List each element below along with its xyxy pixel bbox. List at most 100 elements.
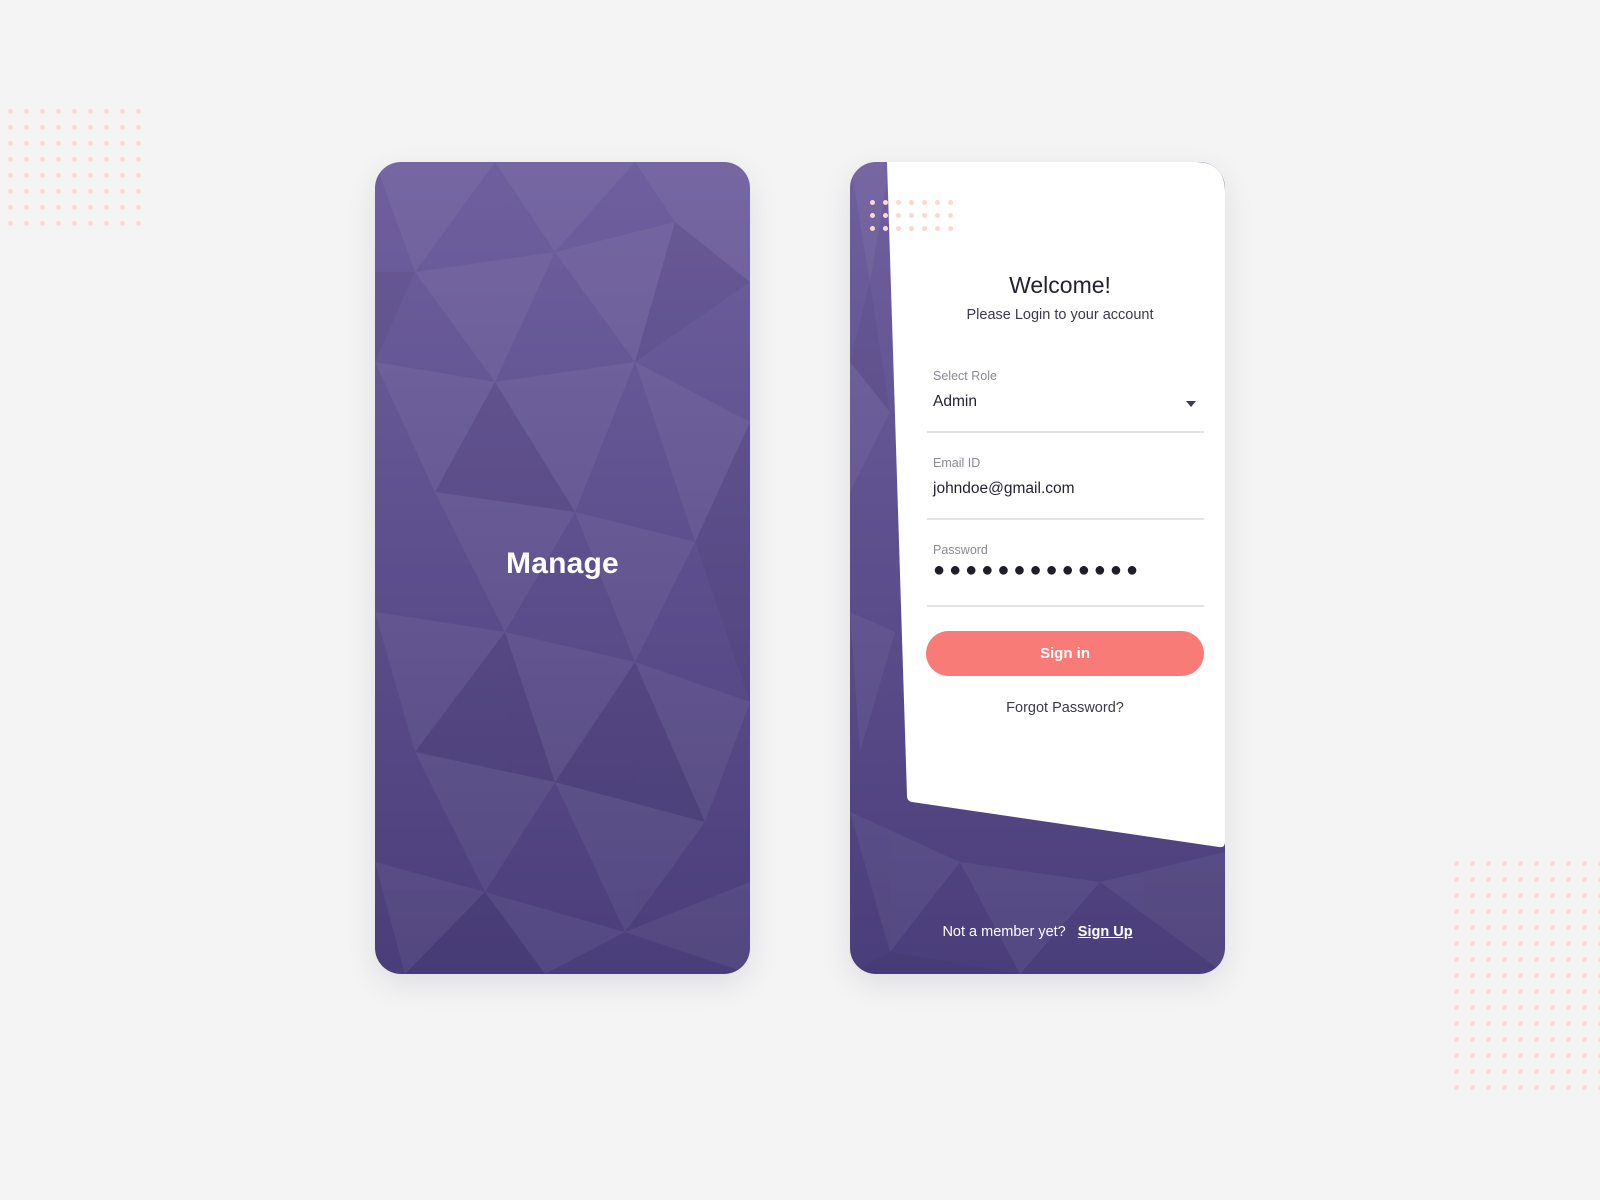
email-field[interactable]: Email ID johndoe@gmail.com — [927, 446, 1204, 520]
dot — [50, 215, 66, 231]
dot — [1480, 983, 1496, 999]
dot — [1512, 887, 1528, 903]
dot — [1528, 1079, 1544, 1095]
chevron-down-icon[interactable] — [1186, 401, 1196, 407]
sign-in-button[interactable]: Sign in — [926, 631, 1204, 676]
dot — [1496, 887, 1512, 903]
dot — [82, 215, 98, 231]
dot — [98, 151, 114, 167]
dot — [1496, 871, 1512, 887]
role-select[interactable]: Select Role Admin — [927, 359, 1204, 433]
dot — [1592, 951, 1600, 967]
dot — [1464, 967, 1480, 983]
dot — [1496, 1079, 1512, 1095]
dot — [1480, 855, 1496, 871]
sign-up-link[interactable]: Sign Up — [1078, 924, 1133, 940]
dot — [1528, 871, 1544, 887]
dot — [1560, 1063, 1576, 1079]
dot — [18, 199, 34, 215]
dot — [944, 209, 957, 222]
dot — [1560, 919, 1576, 935]
dot — [1544, 935, 1560, 951]
dot — [82, 119, 98, 135]
dot — [50, 199, 66, 215]
dot — [1496, 983, 1512, 999]
dot — [130, 119, 146, 135]
not-member-text: Not a member yet? — [942, 924, 1066, 940]
dot — [66, 103, 82, 119]
dot — [1592, 1079, 1600, 1095]
dot — [879, 209, 892, 222]
dot — [50, 103, 66, 119]
dot — [1448, 1031, 1464, 1047]
dot — [905, 196, 918, 209]
dot — [1592, 1015, 1600, 1031]
dot — [1528, 903, 1544, 919]
dot — [1496, 855, 1512, 871]
dot — [98, 215, 114, 231]
login-screen: Welcome! Please Login to your account Se… — [850, 162, 1225, 974]
dot — [66, 167, 82, 183]
dot — [1560, 935, 1576, 951]
dot — [1528, 967, 1544, 983]
dot — [1464, 1047, 1480, 1063]
dot — [1560, 887, 1576, 903]
dot — [1512, 983, 1528, 999]
dot — [1496, 999, 1512, 1015]
dot — [1544, 1063, 1560, 1079]
dot — [114, 215, 130, 231]
dot — [1464, 999, 1480, 1015]
dot — [2, 135, 18, 151]
dot — [1464, 1031, 1480, 1047]
dot — [1576, 1079, 1592, 1095]
dot — [866, 222, 879, 235]
welcome-subtitle: Please Login to your account — [966, 307, 1154, 323]
password-field[interactable]: Password ●●●●●●●●●●●●● — [927, 533, 1204, 607]
dot — [1496, 967, 1512, 983]
dot — [1448, 1063, 1464, 1079]
dot — [905, 222, 918, 235]
dot — [1576, 1015, 1592, 1031]
dot — [1496, 935, 1512, 951]
dot — [918, 222, 931, 235]
dot — [130, 183, 146, 199]
dot — [1464, 983, 1480, 999]
dot — [18, 183, 34, 199]
dot — [98, 135, 114, 151]
dot — [1512, 1031, 1528, 1047]
dot — [98, 167, 114, 183]
dot — [98, 183, 114, 199]
dot — [1464, 871, 1480, 887]
dot — [1528, 855, 1544, 871]
dot — [1544, 967, 1560, 983]
dot — [1480, 935, 1496, 951]
dot — [1464, 887, 1480, 903]
dot — [34, 167, 50, 183]
dot — [1576, 999, 1592, 1015]
dot — [82, 135, 98, 151]
dot — [130, 151, 146, 167]
dot — [1592, 919, 1600, 935]
dot — [1528, 919, 1544, 935]
dot — [1464, 935, 1480, 951]
dot — [1496, 903, 1512, 919]
dot — [66, 183, 82, 199]
forgot-password-link[interactable]: Forgot Password? — [926, 700, 1204, 716]
dot — [2, 167, 18, 183]
dot — [1592, 887, 1600, 903]
dot — [1560, 1047, 1576, 1063]
dot — [1480, 1063, 1496, 1079]
dot — [1544, 1031, 1560, 1047]
dot — [1576, 1031, 1592, 1047]
dot — [82, 103, 98, 119]
dot — [931, 222, 944, 235]
dot — [1592, 983, 1600, 999]
dot — [1592, 871, 1600, 887]
role-value: Admin — [933, 393, 977, 410]
dot — [1592, 903, 1600, 919]
dot — [1528, 983, 1544, 999]
dot — [1512, 919, 1528, 935]
dot — [114, 151, 130, 167]
dot — [1464, 1063, 1480, 1079]
dot — [1576, 919, 1592, 935]
